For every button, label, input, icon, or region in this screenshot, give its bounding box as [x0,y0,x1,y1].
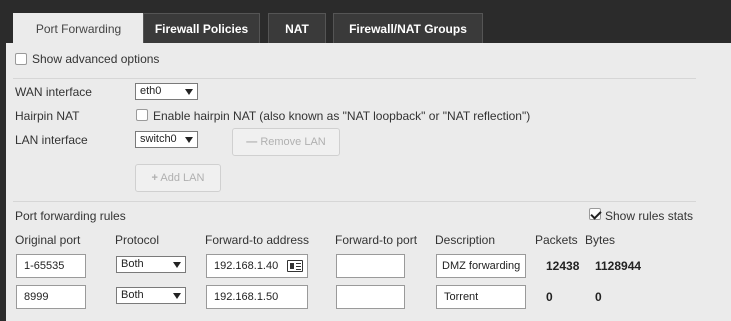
divider [13,201,696,202]
wan-interface-select[interactable]: eth0 [135,83,198,100]
wan-interface-label: WAN interface [15,85,92,99]
chevron-down-icon [173,262,181,268]
tab-nat[interactable]: NAT [268,13,326,43]
packets-value: 12438 [546,259,580,273]
column-header-forward-address: Forward-to address [205,233,310,247]
forward-port-input[interactable] [336,285,405,309]
contact-card-icon[interactable] [287,260,303,272]
original-port-input[interactable]: 8999 [16,285,86,309]
port-forwarding-panel: Show advanced options WAN interface eth0… [6,43,731,321]
lan-interface-label: LAN interface [15,133,88,147]
protocol-select[interactable]: Both [116,287,186,304]
protocol-select[interactable]: Both [116,256,186,273]
remove-lan-button[interactable]: — Remove LAN [232,128,340,156]
hairpin-nat-label: Hairpin NAT [15,109,80,123]
lan-interface-value: switch0 [140,133,177,145]
bytes-value: 0 [595,290,602,304]
packets-value: 0 [546,290,553,304]
lan-interface-select[interactable]: switch0 [135,131,198,148]
plus-icon: + [151,172,158,184]
port-forwarding-rules-label: Port forwarding rules [15,209,126,223]
tab-firewall-nat-groups[interactable]: Firewall/NAT Groups [333,13,483,43]
divider [13,78,696,79]
show-advanced-label: Show advanced options [32,52,160,66]
protocol-value: Both [121,289,144,301]
chevron-down-icon [173,293,181,299]
column-header-description: Description [435,233,496,247]
column-header-bytes: Bytes [585,233,616,247]
chevron-down-icon [185,89,193,95]
tab-port-forwarding[interactable]: Port Forwarding [13,13,144,43]
hairpin-nat-checkbox-label: Enable hairpin NAT (also known as "NAT l… [153,109,531,123]
forward-address-input[interactable]: 192.168.1.50 [206,285,308,309]
wan-interface-value: eth0 [140,85,162,97]
column-header-packets: Packets [535,233,578,247]
original-port-input[interactable]: 1-65535 [16,254,86,278]
description-input[interactable]: Torrent [436,285,526,309]
tab-bar: Port Forwarding Firewall Policies NAT Fi… [0,0,731,43]
remove-lan-label: Remove LAN [260,136,326,148]
show-rules-stats-label: Show rules stats [605,209,694,223]
chevron-down-icon [185,137,193,143]
forward-address-value: 192.168.1.40 [214,260,279,272]
tab-firewall-policies[interactable]: Firewall Policies [143,13,260,43]
protocol-value: Both [121,258,144,270]
forward-address-input[interactable]: 192.168.1.40 [206,254,308,278]
forward-port-input[interactable] [336,254,405,278]
column-header-protocol: Protocol [115,233,160,247]
show-rules-stats-checkbox[interactable] [589,208,601,220]
description-input[interactable]: DMZ forwarding [436,254,526,278]
column-header-original-port: Original port [15,233,81,247]
add-lan-label: Add LAN [160,172,205,184]
add-lan-button[interactable]: + Add LAN [135,164,221,192]
show-advanced-checkbox[interactable] [15,53,27,65]
column-header-forward-port: Forward-to port [335,233,418,247]
bytes-value: 1128944 [595,259,642,273]
hairpin-nat-checkbox[interactable] [136,109,148,121]
minus-icon: — [246,136,258,148]
